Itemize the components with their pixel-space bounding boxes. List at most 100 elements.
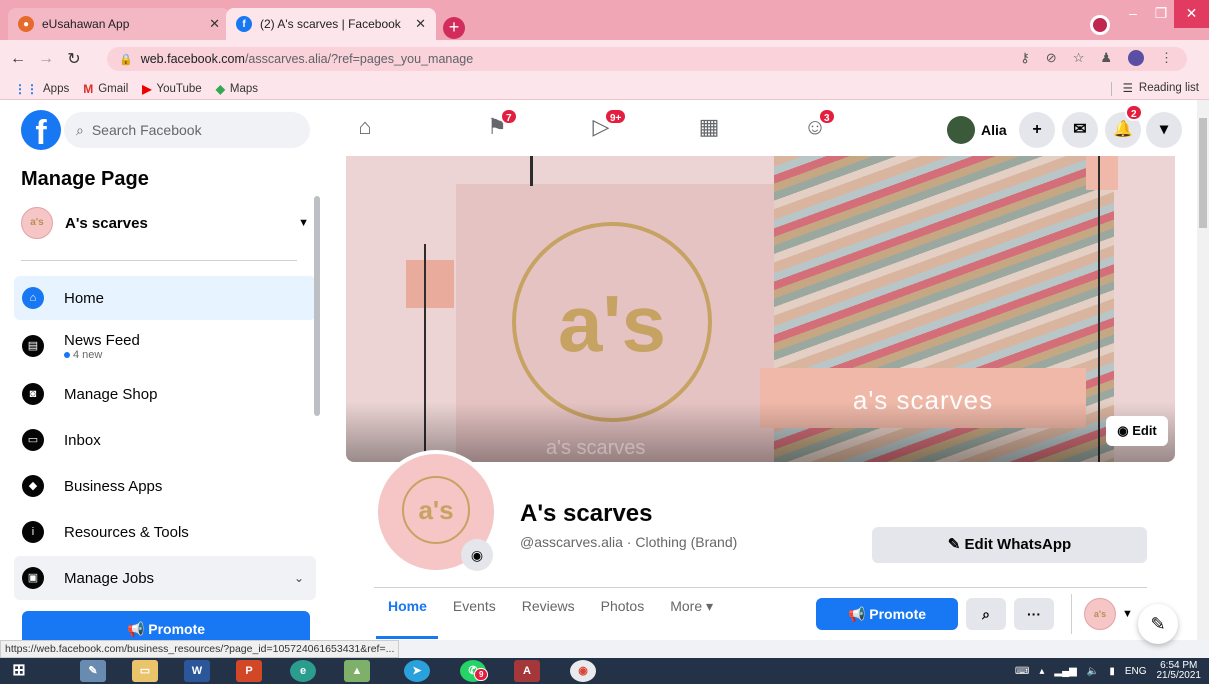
whatsapp-app-icon[interactable]: ✆ 9 [460, 660, 489, 682]
page-switcher[interactable]: a's A's scarves ▼ [21, 207, 311, 239]
powerpoint-app-icon[interactable]: P [236, 660, 262, 682]
youtube-icon: ▶ [142, 81, 152, 96]
facebook-favicon-icon: f [236, 16, 252, 32]
whatsapp-label: Edit WhatsApp [964, 536, 1072, 553]
acting-as-avatar[interactable]: a's [1084, 598, 1116, 630]
access-app-icon[interactable]: A [514, 660, 540, 682]
sidebar-item-label: Manage Jobs [64, 569, 155, 587]
account-menu-button[interactable]: ▾ [1146, 112, 1182, 148]
tracking-icon[interactable]: ⊘ [1046, 50, 1057, 66]
news-feed-sub: 4 new [73, 348, 103, 361]
kebab-menu-icon[interactable]: ⋮ [1160, 50, 1173, 66]
forward-button[interactable]: → [36, 50, 56, 68]
sidebar-item-label: Resources & Tools [64, 523, 189, 541]
windows-start-icon[interactable]: ⊞ [6, 660, 32, 682]
star-icon[interactable]: ☆ [1073, 50, 1085, 66]
back-button[interactable]: ← [8, 50, 28, 68]
extension-icon[interactable]: ♟ [1100, 50, 1112, 66]
tab-events[interactable]: Events [453, 598, 496, 615]
create-button[interactable]: + [1019, 112, 1055, 148]
bookmark-maps[interactable]: ◆ Maps [216, 82, 258, 96]
maximize-button[interactable]: ❐ [1146, 0, 1176, 28]
chrome-browser-icon[interactable]: ◉ [570, 660, 596, 682]
pages-flag-icon[interactable]: ⚑ 7 [482, 108, 518, 140]
browser-profile-icon[interactable] [1090, 15, 1110, 35]
sidebar-item-resources-tools[interactable]: i Resources & Tools [14, 510, 316, 554]
tab-photos[interactable]: Photos [601, 598, 645, 615]
tab-title: eUsahawan App [42, 17, 130, 31]
megaphone-icon: 📢 [847, 606, 866, 622]
sidebar-item-home[interactable]: ⌂ Home [14, 276, 316, 320]
camera-icon[interactable]: ◉ [461, 539, 493, 571]
page-scrollbar[interactable] [1197, 100, 1209, 640]
reload-button[interactable]: ↻ [64, 49, 84, 69]
tray-expand-icon[interactable]: ▴ [1039, 666, 1044, 677]
promote-button[interactable]: 📢 Promote [816, 598, 958, 630]
window-close-button[interactable]: ✕ [1174, 0, 1209, 28]
avatar [947, 116, 975, 144]
tab-facebook[interactable]: f (2) A's scarves | Facebook ✕ [226, 8, 436, 40]
messenger-icon[interactable]: ✉ [1062, 112, 1098, 148]
sidebar-item-news-feed[interactable]: ▤ News Feed 4 new [14, 324, 316, 368]
reading-list-button[interactable]: ☰ Reading list [1110, 81, 1199, 96]
home-nav-icon[interactable]: ⌂ [350, 114, 380, 140]
sidebar-item-business-apps[interactable]: ◆ Business Apps [14, 464, 316, 508]
bookmark-gmail[interactable]: M Gmail [83, 82, 128, 96]
paint-app-icon[interactable]: ✎ [80, 660, 106, 682]
lock-icon: 🔒 [119, 53, 133, 66]
volume-icon[interactable]: 🔈 [1087, 666, 1099, 677]
tab-more[interactable]: More ▾ [670, 598, 713, 615]
clock-date: 21/5/2021 [1156, 670, 1202, 681]
account-avatar-icon[interactable] [1128, 50, 1144, 66]
caret-down-icon[interactable]: ▼ [1122, 608, 1133, 620]
tab-more-label: More [670, 598, 703, 614]
sidebar-item-manage-jobs[interactable]: ▣ Manage Jobs ⌄ [14, 556, 316, 600]
scrollbar-thumb[interactable] [1199, 118, 1207, 228]
key-icon[interactable]: ⚷ [1020, 50, 1030, 66]
sidebar-promote-button[interactable]: 📢 Promote [22, 611, 310, 640]
profile-shortcut[interactable]: Alia [947, 116, 1007, 144]
sidebar-item-inbox[interactable]: ▭ Inbox [14, 418, 316, 462]
search-page-button[interactable]: ⌕ [966, 598, 1006, 630]
sidebar-item-label: Inbox [64, 431, 101, 449]
new-message-compose-icon[interactable]: ✎ [1138, 604, 1178, 644]
edit-whatsapp-button[interactable]: ✎ Edit WhatsApp [872, 527, 1147, 563]
sidebar-scrollbar[interactable] [314, 196, 320, 416]
sidebar-item-manage-shop[interactable]: ◙ Manage Shop [14, 372, 316, 416]
cover-photo[interactable]: a's a's scarves a's scarves ◉ Edit [346, 156, 1175, 462]
minimize-button[interactable]: – [1118, 0, 1148, 28]
page-handle: @asscarves.alia · Clothing (Brand) [520, 534, 738, 550]
edge-browser-icon[interactable]: e [290, 660, 316, 682]
photos-app-icon[interactable]: ▲ [344, 660, 370, 682]
tab-reviews[interactable]: Reviews [522, 598, 575, 615]
word-app-icon[interactable]: W [184, 660, 210, 682]
tab-eusahawan[interactable]: ● eUsahawan App ✕ [8, 8, 230, 40]
edit-cover-button[interactable]: ◉ Edit [1106, 416, 1168, 446]
search-input[interactable]: ⌕ Search Facebook [64, 112, 310, 148]
url-bar[interactable]: 🔒 web.facebook.com/asscarves.alia/?ref=p… [107, 47, 1187, 71]
reading-list-label: Reading list [1138, 82, 1199, 94]
eusahawan-favicon-icon: ● [18, 16, 34, 32]
file-explorer-icon[interactable]: ▭ [132, 660, 158, 682]
marketplace-icon[interactable]: ▦ [694, 114, 724, 140]
facebook-logo-icon[interactable]: f [21, 110, 61, 152]
language-indicator[interactable]: ENG [1125, 666, 1147, 677]
address-toolbar: ← → ↻ 🔒 web.facebook.com/asscarves.alia/… [0, 40, 1209, 78]
bookmark-label: Apps [43, 82, 70, 95]
telegram-app-icon[interactable]: ➤ [404, 660, 430, 682]
more-options-button[interactable]: ··· [1014, 598, 1054, 630]
cover-line [530, 156, 533, 186]
taskbar-clock[interactable]: 6:54 PM 21/5/2021 [1157, 661, 1202, 681]
close-tab-icon[interactable]: ✕ [209, 16, 220, 32]
groups-badge: 3 [818, 108, 836, 125]
bookmark-youtube[interactable]: ▶ YouTube [142, 82, 201, 96]
groups-icon[interactable]: ☺ 3 [800, 108, 836, 140]
keyboard-icon[interactable]: ⌨ [1015, 666, 1029, 677]
new-tab-button[interactable]: + [443, 17, 465, 39]
watch-video-icon[interactable]: ▷ 9+ [586, 108, 628, 140]
tab-home[interactable]: Home [388, 598, 427, 615]
bookmark-apps[interactable]: ⋮⋮ Apps [14, 82, 69, 96]
divider [21, 260, 297, 261]
notifications-bell-icon[interactable]: 🔔 2 [1105, 104, 1143, 148]
close-tab-icon[interactable]: ✕ [415, 16, 426, 32]
